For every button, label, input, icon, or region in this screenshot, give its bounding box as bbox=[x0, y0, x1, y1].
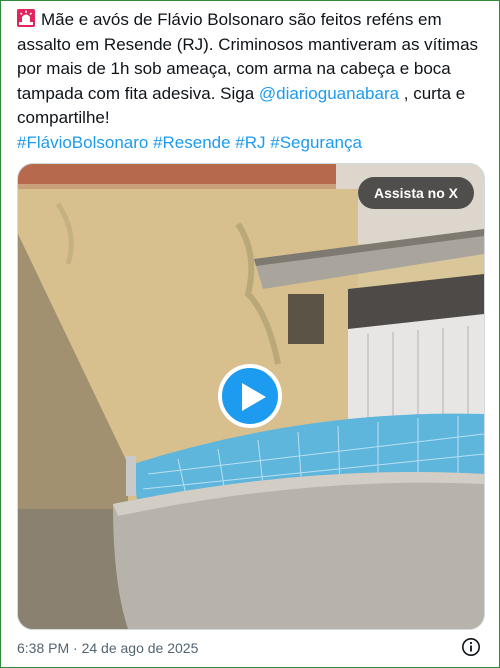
info-icon[interactable] bbox=[461, 637, 481, 657]
video-player[interactable]: Assista no X bbox=[17, 163, 485, 630]
siren-icon bbox=[17, 9, 35, 27]
watch-on-x-button[interactable]: Assista no X bbox=[357, 177, 474, 209]
tweet-text: Mãe e avós de Flávio Bolsonaro são feito… bbox=[17, 8, 487, 155]
play-icon bbox=[242, 383, 266, 411]
timestamp[interactable]: 6:38 PM · 24 de ago de 2025 bbox=[17, 640, 198, 656]
play-button[interactable] bbox=[218, 364, 282, 428]
hashtags-link[interactable]: #FlávioBolsonaro #Resende #RJ #Segurança bbox=[17, 133, 362, 152]
mention-link[interactable]: @diarioguanabara bbox=[259, 84, 399, 103]
